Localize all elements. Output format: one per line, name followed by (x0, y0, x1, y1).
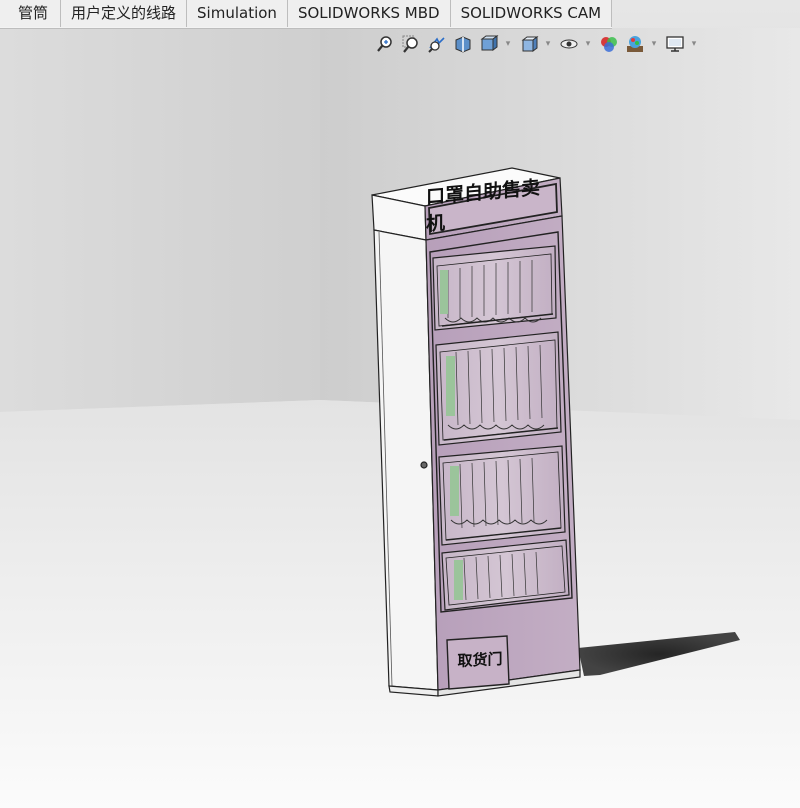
pickup-door-text: 取货门 (457, 649, 503, 670)
display-style-icon[interactable] (558, 33, 580, 55)
previous-view-icon[interactable] (426, 33, 448, 55)
shelf-row-1 (432, 245, 557, 331)
tab-piping[interactable]: 管筒 (0, 0, 62, 27)
tab-solidworks-mbd[interactable]: SOLIDWORKS MBD (287, 0, 451, 27)
tab-solidworks-cam[interactable]: SOLIDWORKS CAM (450, 0, 613, 27)
chevron-down-icon[interactable]: ▾ (584, 33, 592, 55)
section-view-icon[interactable] (452, 33, 474, 55)
shelf-row-2 (435, 331, 562, 446)
tab-simulation[interactable]: Simulation (187, 0, 288, 27)
machine-sign-text: 口罩自助售卖机 (426, 176, 541, 236)
view-orientation-icon[interactable] (518, 33, 540, 55)
chevron-down-icon[interactable]: ▾ (544, 33, 552, 55)
view-settings-icon[interactable] (664, 33, 686, 55)
tab-user-defined-route[interactable]: 用户定义的线路 (61, 0, 188, 27)
vending-machine-model[interactable] (371, 167, 581, 697)
chevron-down-icon[interactable]: ▾ (650, 33, 658, 55)
command-manager-tabs: 管筒 用户定义的线路 Simulation SOLIDWORKS MBD SOL… (0, 0, 613, 29)
heads-up-view-toolbar: ▾ ▾ ▾ ▾ ▾ (374, 33, 704, 55)
chevron-down-icon[interactable]: ▾ (690, 33, 698, 55)
apply-scene-icon[interactable] (624, 33, 646, 55)
zoom-to-fit-icon[interactable] (374, 33, 396, 55)
left-wall (0, 28, 320, 412)
chevron-down-icon[interactable]: ▾ (504, 33, 512, 55)
graphics-viewport[interactable] (0, 0, 800, 808)
edit-appearance-icon[interactable] (598, 33, 620, 55)
shelf-row-3 (438, 445, 566, 546)
dynamic-annotation-views-icon[interactable] (478, 33, 500, 55)
zoom-to-area-icon[interactable] (400, 33, 422, 55)
